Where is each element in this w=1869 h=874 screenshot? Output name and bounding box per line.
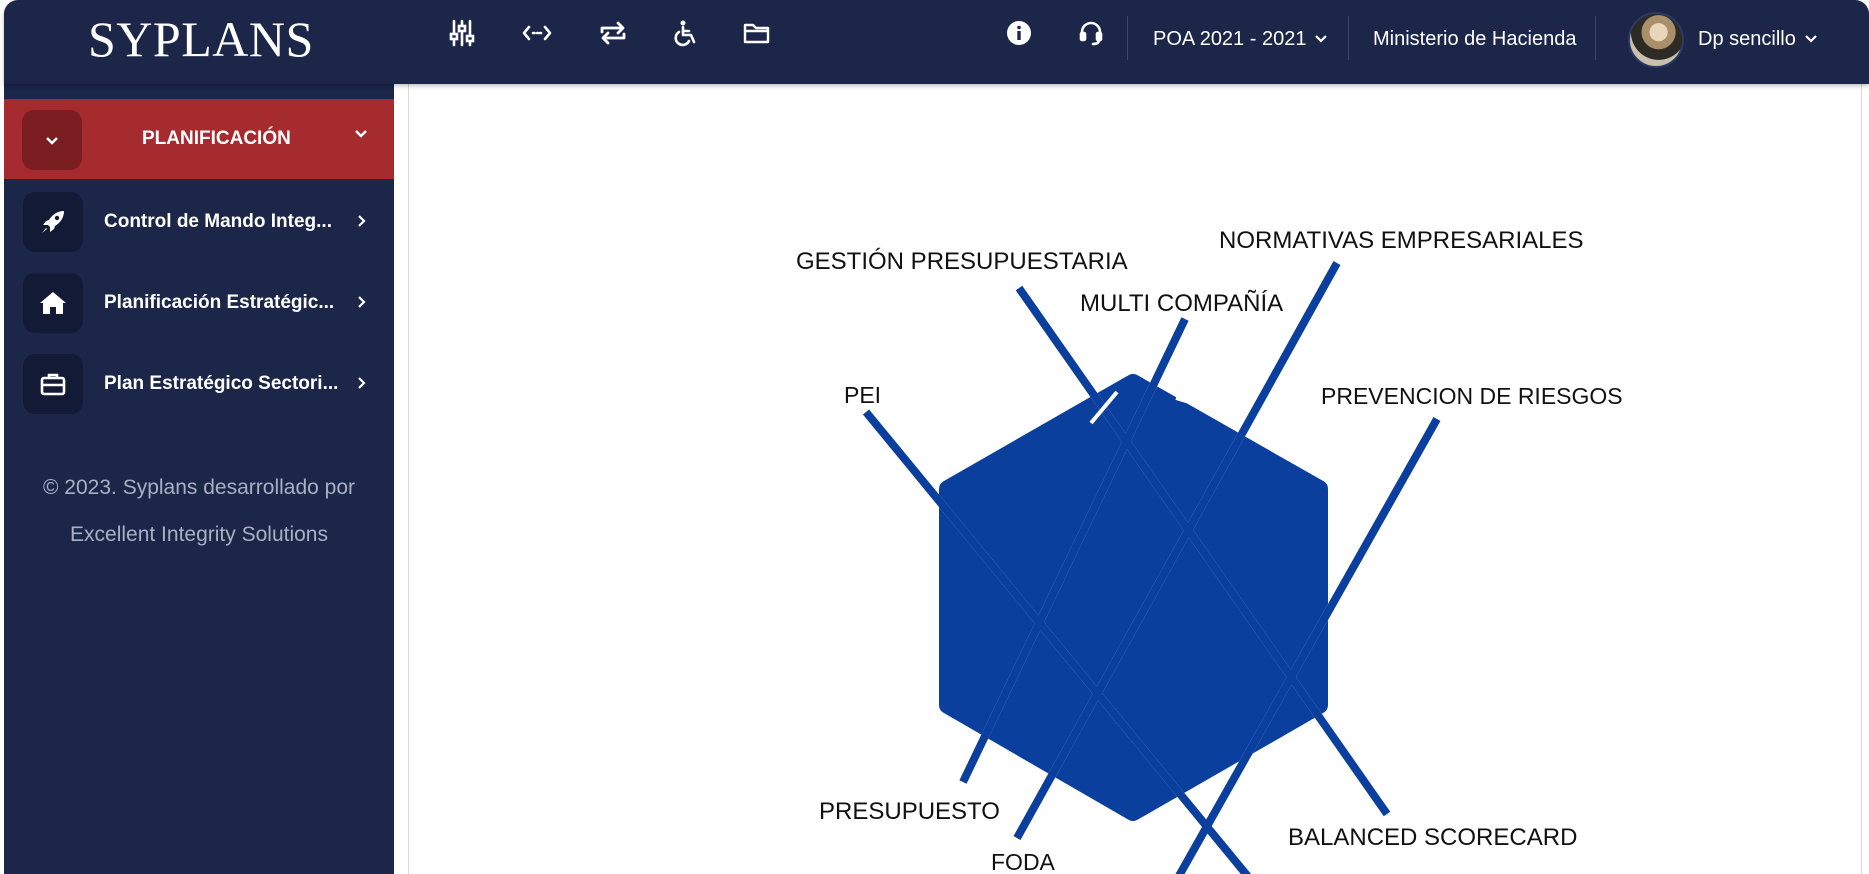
chevron-right-icon <box>358 296 366 308</box>
repeat-icon[interactable] <box>598 18 628 48</box>
sidebar-item-planificacion-estrategica[interactable]: Planificación Estratégic... <box>4 271 394 335</box>
label-pei: PEI <box>844 382 881 408</box>
wheelchair-icon[interactable] <box>670 18 700 48</box>
folder-icon[interactable] <box>742 18 772 48</box>
briefcase-icon <box>23 354 83 414</box>
chevron-down-icon <box>46 136 58 145</box>
chevron-down-icon <box>1805 35 1817 43</box>
chevron-down-icon <box>355 130 367 138</box>
footer-line-2: Excellent Integrity Solutions <box>70 523 328 546</box>
sidebar-item-plan-estrategico-sectorial[interactable]: Plan Estratégico Sectori... <box>4 352 394 416</box>
headset-icon[interactable] <box>1076 18 1106 48</box>
info-icon[interactable] <box>1004 18 1034 48</box>
avatar[interactable] <box>1628 12 1684 68</box>
sidebar-item-label: PLANIFICACIÓN <box>142 128 291 149</box>
sliders-icon[interactable] <box>447 18 477 48</box>
rocket-icon <box>23 192 83 252</box>
separator <box>1127 16 1128 60</box>
user-name: Dp sencillo <box>1698 27 1796 50</box>
sidebar-item-label: Control de Mando Integ... <box>104 211 332 232</box>
sidebar-item-label: Plan Estratégico Sectori... <box>104 373 339 394</box>
separator <box>1595 16 1596 60</box>
label-foda: FODA <box>991 849 1056 874</box>
sidebar-footer: © 2023. Syplans desarrollado por Excelle… <box>4 464 394 558</box>
chevron-right-icon <box>358 377 366 389</box>
label-presupuesto: PRESUPUESTO <box>819 798 1000 825</box>
sidebar-item-control-de-mando[interactable]: Control de Mando Integ... <box>4 190 394 254</box>
app-logo[interactable]: SYPLANS <box>88 10 314 68</box>
user-menu[interactable]: Dp sencillo <box>1698 0 1817 78</box>
top-navbar: SYPLANS POA 2021 - 2021 Ministerio de Ha… <box>4 0 1869 84</box>
footer-line-1: © 2023. Syplans desarrollado por <box>43 476 355 499</box>
sidebar-item-label: Planificación Estratégic... <box>104 292 335 313</box>
period-label: POA 2021 - 2021 <box>1153 27 1307 50</box>
sidebar-item-planificacion[interactable]: PLANIFICACIÓN <box>4 99 394 179</box>
collapse-toggle-button[interactable] <box>22 110 82 170</box>
organization-label[interactable]: Ministerio de Hacienda <box>1373 0 1576 78</box>
chevron-down-icon <box>1315 35 1328 43</box>
label-multi-compania: MULTI COMPAÑÍA <box>1080 290 1283 317</box>
label-gestion-presupuestaria: GESTIÓN PRESUPUESTARIA <box>796 248 1128 275</box>
arrows-horizontal-icon[interactable] <box>522 18 552 48</box>
label-normativas-empresariales: NORMATIVAS EMPRESARIALES <box>1219 227 1584 254</box>
label-balanced-scorecard: BALANCED SCORECARD <box>1288 824 1577 851</box>
label-prevencion-de-riesgos: PREVENCION DE RIESGOS <box>1321 383 1623 409</box>
period-selector[interactable]: POA 2021 - 2021 <box>1153 0 1328 78</box>
sidebar: PLANIFICACIÓN Control de Mando Integ... … <box>4 84 394 874</box>
home-icon <box>23 273 83 333</box>
chevron-right-icon <box>358 215 366 227</box>
separator <box>1348 16 1349 60</box>
